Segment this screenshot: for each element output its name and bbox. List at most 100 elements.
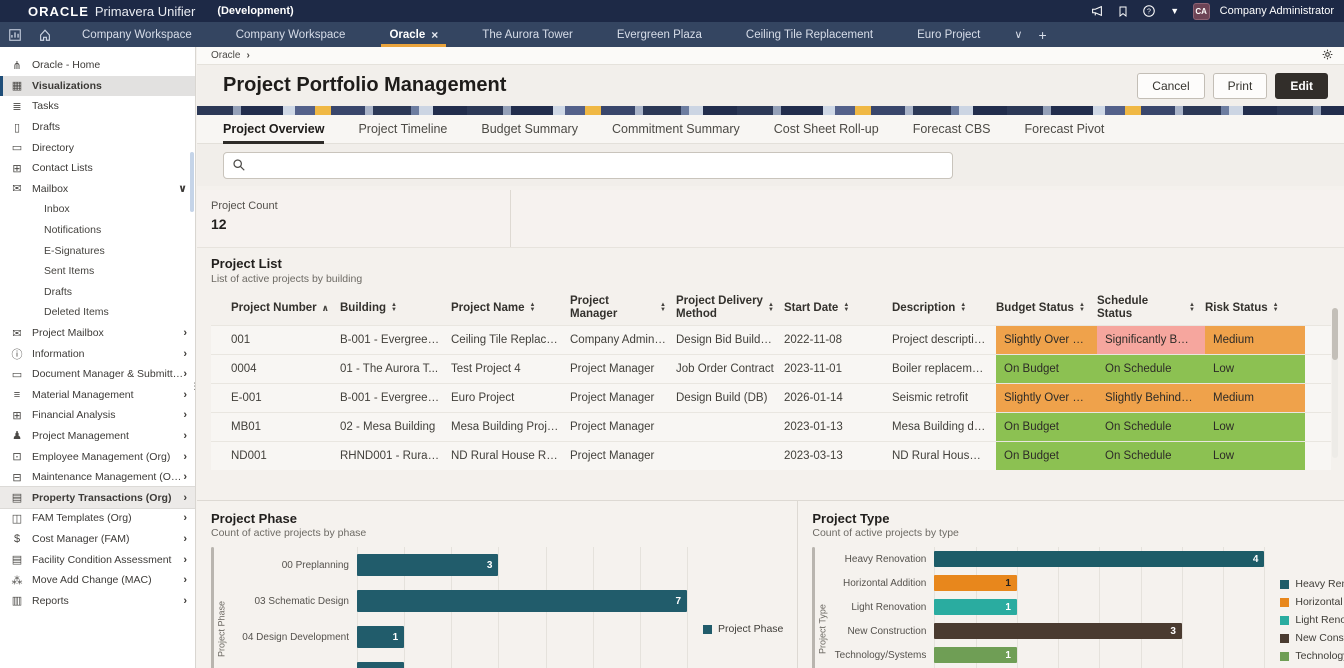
sidebar-item-project-management[interactable]: ♟Project Management› [0,426,195,447]
sidebar-item-visualizations[interactable]: ▦Visualizations [0,76,195,97]
sidebar-item-information[interactable]: ⓘInformation› [0,343,195,364]
sidebar-item-directory[interactable]: ▭Directory [0,137,195,158]
bar-technology-systems[interactable]: 1 [934,647,1017,663]
add-tab-icon[interactable]: + [1038,27,1046,43]
sort-icon[interactable]: ▲▼ [660,303,666,313]
sidebar-item-facility-condition-assessment[interactable]: ▤Facility Condition Assessment› [0,549,195,570]
help-icon[interactable]: ? [1141,3,1157,19]
workspace-tab-euro-project[interactable]: Euro Project [895,22,1002,47]
sidebar-item-document-manager-submittals[interactable]: ▭Document Manager & Submittals› [0,364,195,385]
workspace-tab-company-workspace[interactable]: Company Workspace [214,22,368,47]
sidebar-item-mailbox[interactable]: ✉Mailbox∨ [0,179,195,200]
gear-icon[interactable] [1321,48,1334,64]
sidebar-item-project-mailbox[interactable]: ✉Project Mailbox› [0,323,195,344]
sidebar-item-move-add-change-mac[interactable]: ⁂Move Add Change (MAC)› [0,570,195,591]
sort-icon[interactable]: ▲▼ [960,303,966,313]
project-count-card[interactable]: Project Count 12 [197,190,511,247]
home-icon[interactable] [30,22,60,47]
sidebar-item-material-management[interactable]: ≡Material Management› [0,385,195,406]
column-header-building[interactable]: Building▲▼ [340,302,451,315]
workspace-tab-ceiling-tile-replacement[interactable]: Ceiling Tile Replacement [724,22,895,47]
bar-05-construction-documents[interactable]: 1 [357,662,404,668]
tab-forecast-cbs[interactable]: Forecast CBS [913,115,991,143]
breadcrumb-oracle[interactable]: Oracle [211,50,240,61]
bar-03-schematic-design[interactable]: 7 [357,590,687,612]
sidebar-resize-handle[interactable]: ⋮ [190,385,193,388]
workspace-tab-the-aurora-tower[interactable]: The Aurora Tower [460,22,595,47]
column-header-project-delivery-method[interactable]: Project Delivery Method▲▼ [676,295,784,321]
bar-new-construction[interactable]: 3 [934,623,1182,639]
bar-00-preplanning[interactable]: 3 [357,554,498,576]
search-input[interactable] [252,158,944,172]
table-row[interactable]: E-001B-001 - Evergreen...Euro ProjectPro… [211,383,1331,412]
column-header-project-number[interactable]: Project Number∧ [231,302,340,315]
table-row[interactable]: 001B-001 - Evergreen...Ceiling Tile Repl… [211,325,1331,354]
help-dropdown-chevron-icon[interactable]: ▼ [1167,3,1183,19]
cancel-button[interactable]: Cancel [1137,73,1204,99]
workspace-tab-evergreen-plaza[interactable]: Evergreen Plaza [595,22,724,47]
sidebar-item-drafts[interactable]: ▯Drafts [0,117,195,138]
column-header-risk-status[interactable]: Risk Status▲▼ [1205,302,1305,315]
sort-icon[interactable]: ▲▼ [1079,303,1085,313]
table-row[interactable]: 000401 - The Aurora T...Test Project 4Pr… [211,354,1331,383]
tab-project-overview[interactable]: Project Overview [223,115,324,143]
sidebar-item-fam-templates-org[interactable]: ◫FAM Templates (Org)› [0,508,195,529]
sort-icon[interactable]: ▲▼ [1273,303,1279,313]
bookmark-icon[interactable] [1115,3,1131,19]
table-row[interactable]: MB0102 - Mesa BuildingMesa Building Proj… [211,412,1331,441]
column-header-description[interactable]: Description▲▼ [892,302,996,315]
sidebar-item-sent-items[interactable]: Sent Items [0,261,195,282]
search-box[interactable] [223,152,953,179]
tab-forecast-pivot[interactable]: Forecast Pivot [1025,115,1105,143]
sidebar-scrollbar[interactable] [190,152,194,212]
sidebar-item-employee-management-org[interactable]: ⊡Employee Management (Org)› [0,446,195,467]
table-row[interactable]: ND001RHND001 - Rural ...ND Rural House R… [211,441,1331,470]
bar-04-design-development[interactable]: 1 [357,626,404,648]
sidebar-item-drafts[interactable]: Drafts [0,282,195,303]
sidebar-item-cost-manager-fam[interactable]: $Cost Manager (FAM)› [0,529,195,550]
workspace-tab-company-workspace[interactable]: Company Workspace [60,22,214,47]
sidebar-item-tasks[interactable]: ≣Tasks [0,96,195,117]
sidebar-item-inbox[interactable]: Inbox [0,199,195,220]
sidebar-item-notifications[interactable]: Notifications [0,220,195,241]
edit-button[interactable]: Edit [1275,73,1328,99]
sidebar-item-oracle-home[interactable]: ⋔Oracle - Home [0,55,195,76]
tab-cost-sheet-roll-up[interactable]: Cost Sheet Roll-up [774,115,879,143]
workspace-tab-oracle[interactable]: Oracle× [367,22,460,47]
sidebar-item-deleted-items[interactable]: Deleted Items [0,302,195,323]
close-tab-icon[interactable]: × [431,28,438,42]
bar-horizontal-addition[interactable]: 1 [934,575,1017,591]
sidebar-item-contact-lists[interactable]: ⊞Contact Lists [0,158,195,179]
column-header-project-name[interactable]: Project Name▲▼ [451,302,570,315]
table-scrollbar[interactable] [1332,308,1338,458]
sidebar-item-label: Material Management [32,389,183,401]
tab-commitment-summary[interactable]: Commitment Summary [612,115,740,143]
sidebar-item-e-signatures[interactable]: E-Signatures [0,240,195,261]
sidebar-item-property-transactions-org[interactable]: ▤Property Transactions (Org)› [0,487,195,508]
sort-icon[interactable]: ▲▼ [843,303,849,313]
bar-light-renovation[interactable]: 1 [934,599,1017,615]
announcements-icon[interactable] [1089,3,1105,19]
column-header-schedule-status[interactable]: Schedule Status▲▼ [1097,295,1205,321]
sort-asc-icon[interactable]: ∧ [322,302,329,315]
cell-delivery-method: Design Build (DB) [676,384,784,412]
print-button[interactable]: Print [1213,73,1268,99]
bar-heavy-renovation[interactable]: 4 [934,551,1264,567]
column-header-start-date[interactable]: Start Date▲▼ [784,302,892,315]
tab-project-timeline[interactable]: Project Timeline [358,115,447,143]
column-header-project-manager[interactable]: Project Manager ▲▼ [570,295,676,321]
avatar[interactable]: CA [1193,3,1210,20]
column-header-budget-status[interactable]: Budget Status▲▼ [996,302,1097,315]
more-tabs-chevron-icon[interactable]: ∨ [1014,28,1022,41]
sort-icon[interactable]: ▲▼ [391,303,397,313]
sort-icon[interactable]: ▲▼ [530,303,536,313]
sort-icon[interactable]: ▲▼ [1189,303,1195,313]
column-label: Project Manager [570,295,655,321]
tab-budget-summary[interactable]: Budget Summary [481,115,578,143]
visualization-mode-icon[interactable] [0,22,30,47]
sort-icon[interactable]: ▲▼ [768,303,774,313]
user-name[interactable]: Company Administrator [1220,5,1334,17]
sidebar-item-financial-analysis[interactable]: ⊞Financial Analysis› [0,405,195,426]
sidebar-item-reports[interactable]: ▥Reports› [0,590,195,611]
sidebar-item-maintenance-management-org[interactable]: ⊟Maintenance Management (Org)› [0,467,195,488]
